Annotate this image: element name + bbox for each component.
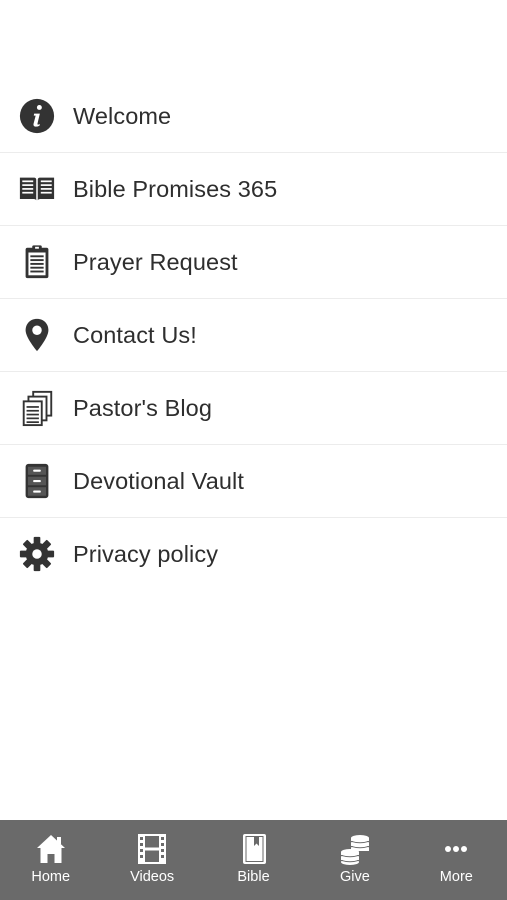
open-book-icon <box>18 170 56 208</box>
header-spacer <box>0 0 507 80</box>
bottom-tab-bar: Home Videos Bible Give More <box>0 820 507 900</box>
file-cabinet-icon <box>18 462 56 500</box>
menu-label-pastors-blog: Pastor's Blog <box>73 394 213 421</box>
map-pin-icon <box>18 316 56 354</box>
home-icon <box>34 832 68 866</box>
tab-label-home: Home <box>31 869 71 885</box>
menu-item-contact-us[interactable]: Contact Us! <box>0 299 507 372</box>
coins-icon <box>338 832 372 866</box>
tab-more[interactable]: More <box>406 820 507 900</box>
tab-label-more: More <box>439 869 473 885</box>
more-icon <box>439 832 473 866</box>
menu-label-prayer-request: Prayer Request <box>73 248 238 275</box>
menu-item-pastors-blog[interactable]: Pastor's Blog <box>0 372 507 445</box>
tab-videos[interactable]: Videos <box>101 820 202 900</box>
film-icon <box>135 832 169 866</box>
menu-label-privacy-policy: Privacy policy <box>73 540 219 567</box>
menu-item-prayer-request[interactable]: Prayer Request <box>0 226 507 299</box>
tab-bible[interactable]: Bible <box>203 820 304 900</box>
documents-icon <box>18 389 56 427</box>
bible-icon <box>237 832 271 866</box>
menu-list: Welcome Bible Promises 365 Prayer Reques… <box>0 80 507 590</box>
tab-label-videos: Videos <box>130 869 175 885</box>
menu-item-devotional-vault[interactable]: Devotional Vault <box>0 445 507 518</box>
app-screen: Welcome Bible Promises 365 Prayer Reques… <box>0 0 507 900</box>
menu-item-welcome[interactable]: Welcome <box>0 80 507 153</box>
menu-label-welcome: Welcome <box>73 102 172 129</box>
menu-item-privacy-policy[interactable]: Privacy policy <box>0 518 507 590</box>
gear-icon <box>18 535 56 573</box>
menu-item-bible-promises[interactable]: Bible Promises 365 <box>0 153 507 226</box>
info-icon <box>18 97 56 135</box>
tab-label-bible: Bible <box>237 869 270 885</box>
tab-label-give: Give <box>340 869 370 885</box>
clipboard-icon <box>18 243 56 281</box>
menu-label-devotional-vault: Devotional Vault <box>73 467 244 494</box>
menu-label-bible-promises: Bible Promises 365 <box>73 175 278 202</box>
tab-give[interactable]: Give <box>304 820 405 900</box>
tab-home[interactable]: Home <box>0 820 101 900</box>
menu-label-contact-us: Contact Us! <box>73 321 197 348</box>
